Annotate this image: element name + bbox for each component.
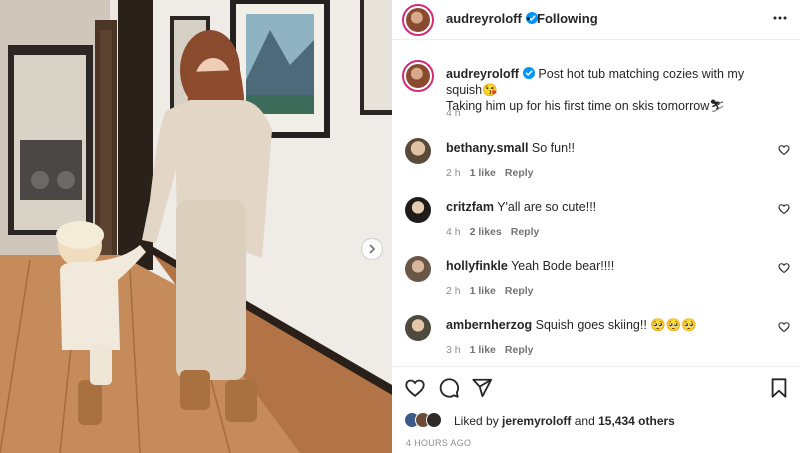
- comment-likes[interactable]: 1 like: [470, 344, 496, 356]
- caption-username[interactable]: audreyroloff: [446, 67, 519, 81]
- comment-username[interactable]: critzfam: [446, 200, 494, 214]
- comment-time[interactable]: 2 h: [446, 167, 461, 179]
- caption-line-2: Taking him up for his first time on skis…: [446, 99, 726, 113]
- comment-text: bethany.small So fun!!: [446, 141, 575, 155]
- liked-prefix: Liked by: [454, 414, 499, 428]
- author-avatar[interactable]: [402, 4, 434, 36]
- author-username[interactable]: audreyroloff: [446, 11, 538, 26]
- heart-outline-icon[interactable]: [778, 144, 790, 156]
- post-header: audreyroloff • Following: [392, 0, 800, 40]
- comment-item: critzfam Y'all are so cute!!! 4 h 2 likes…: [392, 195, 800, 255]
- separator-dot: •: [526, 11, 531, 26]
- comment-meta: 2 h 1 like Reply: [446, 285, 542, 297]
- post-actions: Liked by jeremyroloff and 15,434 others …: [392, 366, 800, 453]
- comment-bubble-icon[interactable]: [438, 377, 460, 399]
- reply-button[interactable]: Reply: [511, 226, 540, 238]
- liked-by-text: Liked by jeremyroloff and 15,434 others: [454, 414, 675, 428]
- heart-outline-icon[interactable]: [778, 262, 790, 274]
- comment-time[interactable]: 2 h: [446, 285, 461, 297]
- reply-button[interactable]: Reply: [505, 344, 534, 356]
- commenter-avatar[interactable]: [405, 315, 431, 341]
- comment-text: hollyfinkle Yeah Bode bear!!!!: [446, 259, 614, 273]
- comment-text: ambernherzog Squish goes skiing!! 🥺🥺🥺: [446, 318, 697, 333]
- verified-badge-icon: [522, 67, 535, 79]
- following-button[interactable]: Following: [537, 11, 598, 26]
- comment-body: Y'all are so cute!!!: [497, 200, 597, 214]
- comment-item: bethany.small So fun!! 2 h 1 like Reply: [392, 136, 800, 196]
- post-image: [0, 0, 392, 453]
- reply-button[interactable]: Reply: [505, 285, 534, 297]
- caption-avatar[interactable]: [402, 60, 434, 92]
- liked-conjunction: and: [574, 414, 595, 428]
- post-photo[interactable]: [0, 0, 392, 453]
- comment-time[interactable]: 4 h: [446, 226, 461, 238]
- comment-username[interactable]: ambernherzog: [446, 318, 532, 332]
- heart-outline-icon[interactable]: [778, 321, 790, 333]
- comment-meta: 3 h 1 like Reply: [446, 344, 542, 356]
- comment-text: critzfam Y'all are so cute!!!: [446, 200, 596, 214]
- comment-item: ambernherzog Squish goes skiing!! 🥺🥺🥺 3 …: [392, 313, 800, 373]
- comment-likes[interactable]: 2 likes: [470, 226, 502, 238]
- commenter-avatar[interactable]: [405, 138, 431, 164]
- comment-likes[interactable]: 1 like: [470, 285, 496, 297]
- comment-username[interactable]: hollyfinkle: [446, 259, 508, 273]
- comment-item: hollyfinkle Yeah Bode bear!!!! 2 h 1 like…: [392, 254, 800, 314]
- caption-timestamp[interactable]: 4 h: [446, 107, 461, 119]
- post-caption: audreyroloff Post hot tub matching cozie…: [446, 66, 776, 114]
- comment-time[interactable]: 3 h: [446, 344, 461, 356]
- comment-body: Yeah Bode bear!!!!: [511, 259, 615, 273]
- comment-meta: 2 h 1 like Reply: [446, 167, 542, 179]
- next-photo-button[interactable]: [361, 238, 383, 260]
- liked-others-count[interactable]: 15,434 others: [598, 414, 675, 428]
- comment-body: So fun!!: [531, 141, 576, 155]
- bookmark-icon[interactable]: [768, 377, 790, 399]
- paper-plane-icon[interactable]: [471, 377, 493, 399]
- commenter-avatar[interactable]: [405, 197, 431, 223]
- liked-user[interactable]: jeremyroloff: [502, 414, 571, 428]
- comment-username[interactable]: bethany.small: [446, 141, 528, 155]
- post-sidebar: audreyroloff • Following audreyroloff Po…: [392, 0, 800, 453]
- chevron-right-icon: [369, 244, 375, 254]
- liker-avatar[interactable]: [426, 412, 442, 428]
- comment-body: Squish goes skiing!! 🥺🥺🥺: [535, 318, 697, 332]
- heart-outline-icon[interactable]: [778, 203, 790, 215]
- more-horizontal-icon[interactable]: [772, 10, 788, 26]
- reply-button[interactable]: Reply: [505, 167, 534, 179]
- comment-meta: 4 h 2 likes Reply: [446, 226, 548, 238]
- like-heart-icon[interactable]: [404, 377, 426, 399]
- comment-likes[interactable]: 1 like: [470, 167, 496, 179]
- post-timestamp[interactable]: 4 HOURS AGO: [406, 438, 471, 448]
- commenter-avatar[interactable]: [405, 256, 431, 282]
- author-username-text[interactable]: audreyroloff: [446, 11, 522, 26]
